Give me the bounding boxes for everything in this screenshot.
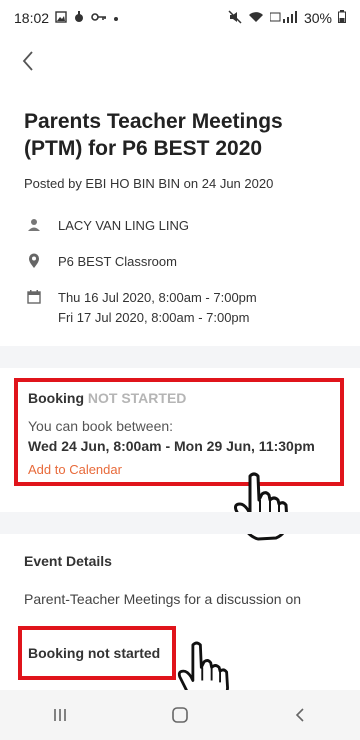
status-time: 18:02	[14, 10, 50, 26]
status-bar: 18:02 30%	[0, 0, 360, 36]
battery-percent: 30%	[303, 10, 332, 26]
home-button[interactable]	[160, 700, 200, 730]
event-dates: Thu 16 Jul 2020, 8:00am - 7:00pm Fri 17 …	[58, 288, 257, 328]
booking-range: Wed 24 Jun, 8:00am - Mon 29 Jun, 11:30pm	[28, 438, 315, 454]
page-title: Parents Teacher Meetings (PTM) for P6 BE…	[24, 110, 283, 160]
teacher-name: LACY VAN LING LING	[58, 218, 190, 233]
dot-icon	[113, 11, 119, 25]
gallery-icon	[55, 10, 67, 26]
booking-label: Booking	[28, 390, 84, 406]
location-row: P6 BEST Classroom	[24, 252, 177, 272]
nav-back-button[interactable]	[280, 700, 320, 730]
status-right: 30%	[228, 9, 346, 27]
posted-by: Posted by EBI HO BIN BIN on 24 Jun 2020	[24, 176, 274, 191]
location-pin-icon	[24, 252, 44, 270]
calendar-icon	[24, 288, 44, 306]
dates-row: Thu 16 Jul 2020, 8:00am - 7:00pm Fri 17 …	[24, 288, 257, 328]
booking-status: NOT STARTED	[87, 390, 187, 406]
mute-icon	[228, 9, 242, 27]
battery-icon	[338, 10, 346, 26]
location-name: P6 BEST Classroom	[58, 254, 177, 269]
back-icon	[295, 708, 304, 722]
chevron-left-icon	[22, 51, 33, 71]
cleaner-icon	[73, 10, 85, 26]
event-date-1: Thu 16 Jul 2020, 8:00am - 7:00pm	[58, 290, 257, 305]
recent-apps-icon	[54, 709, 66, 721]
hand-pointer-icon	[232, 470, 296, 547]
signal-icon	[269, 10, 298, 26]
section-divider-2	[0, 512, 360, 534]
booking-not-started-box: Booking not started	[18, 626, 176, 680]
status-left: 18:02	[14, 10, 119, 26]
back-button[interactable]	[20, 50, 50, 80]
teacher-row: LACY VAN LING LING	[24, 216, 189, 236]
recent-apps-button[interactable]	[40, 700, 80, 730]
key-icon	[91, 11, 107, 25]
event-details-title: Event Details	[24, 553, 112, 569]
wifi-icon	[248, 11, 264, 26]
section-divider	[0, 346, 360, 368]
booking-header: Booking NOT STARTED	[28, 390, 330, 406]
booking-sub: You can book between:	[28, 418, 174, 434]
system-nav-bar	[0, 690, 360, 740]
person-icon	[24, 216, 44, 234]
event-details-text: Parent-Teacher Meetings for a discussion…	[24, 591, 302, 607]
home-icon	[172, 707, 188, 723]
event-date-2: Fri 17 Jul 2020, 8:00am - 7:00pm	[58, 310, 250, 325]
booking-not-started-label: Booking not started	[28, 645, 161, 661]
